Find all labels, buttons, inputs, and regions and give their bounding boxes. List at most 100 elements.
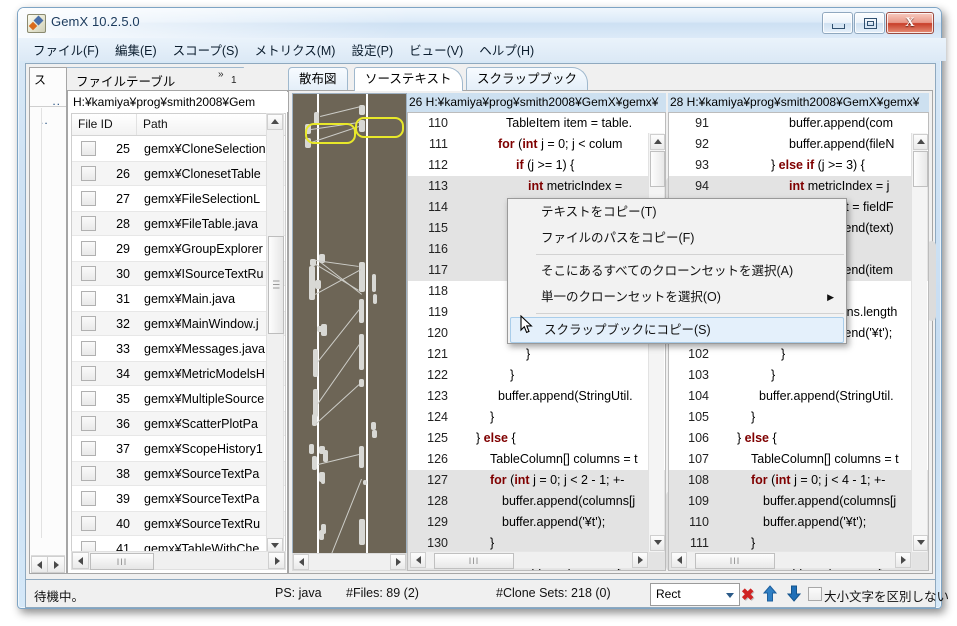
file-table-scroll-up-button[interactable] bbox=[267, 114, 283, 130]
file-table-hscroll-left-button[interactable] bbox=[72, 552, 89, 569]
code-line[interactable]: 112if (j >= 1) { bbox=[408, 155, 665, 176]
source-left-vertical-thumb[interactable] bbox=[650, 151, 665, 187]
row-checkbox[interactable] bbox=[81, 441, 96, 456]
table-row[interactable]: 32gemx¥MainWindow.j bbox=[72, 311, 285, 336]
table-row[interactable]: 25gemx¥CloneSelection bbox=[72, 136, 285, 161]
minimize-button[interactable] bbox=[822, 12, 853, 34]
source-pane-left-hscrollbar[interactable]: III bbox=[409, 551, 649, 569]
column-header-path[interactable]: Path bbox=[137, 114, 285, 135]
code-line[interactable]: 128buffer.append(columns[j bbox=[408, 491, 665, 512]
context-menu-item[interactable]: 単一のクローンセットを選択(O)▶ bbox=[508, 284, 846, 310]
table-row[interactable]: 31gemx¥Main.java bbox=[72, 286, 285, 311]
code-line[interactable]: 105} bbox=[669, 407, 928, 428]
source-left-hscroll-left-button[interactable] bbox=[410, 552, 426, 568]
source-right-hscroll-right-button[interactable] bbox=[895, 552, 911, 568]
code-line[interactable]: 124} bbox=[408, 407, 665, 428]
table-row[interactable]: 39gemx¥SourceTextPa bbox=[72, 486, 285, 511]
source-left-scroll-down-button[interactable] bbox=[650, 535, 665, 551]
code-line[interactable]: 106} else { bbox=[669, 428, 928, 449]
file-table-vertical-thumb[interactable]: III bbox=[268, 236, 284, 334]
code-line[interactable]: 110buffer.append('¥t'); bbox=[669, 512, 928, 533]
source-left-hscroll-right-button[interactable] bbox=[632, 552, 648, 568]
code-line[interactable]: 107TableColumn[] columns = t bbox=[669, 449, 928, 470]
clone-scatter-view[interactable] bbox=[292, 93, 407, 555]
source-right-vertical-thumb[interactable] bbox=[913, 151, 928, 187]
tab-scatter-plot[interactable]: 散布図 bbox=[288, 67, 348, 91]
row-checkbox[interactable] bbox=[81, 291, 96, 306]
menu-edit[interactable]: 編集(E) bbox=[107, 37, 165, 62]
context-menu-item[interactable]: ファイルのパスをコピー(F) bbox=[508, 225, 846, 251]
menu-metrics[interactable]: メトリクス(M) bbox=[247, 37, 344, 62]
menu-view[interactable]: ビュー(V) bbox=[401, 37, 471, 62]
next-match-icon[interactable] bbox=[787, 585, 801, 602]
code-line[interactable]: 127for (int j = 0; j < 2 - 1; +- bbox=[408, 470, 665, 491]
row-checkbox[interactable] bbox=[81, 391, 96, 406]
file-table-horizontal-scrollbar[interactable]: III bbox=[71, 551, 286, 570]
table-row[interactable]: 30gemx¥ISourceTextRu bbox=[72, 261, 285, 286]
menu-help[interactable]: ヘルプ(H) bbox=[471, 37, 542, 62]
source-right-horizontal-thumb[interactable]: III bbox=[695, 553, 775, 569]
source-pane-right-hscrollbar[interactable]: III bbox=[670, 551, 912, 569]
context-menu-item[interactable]: テキストをコピー(T) bbox=[508, 199, 846, 225]
table-row[interactable]: 36gemx¥ScatterPlotPa bbox=[72, 411, 285, 436]
menu-settings[interactable]: 設定(P) bbox=[343, 37, 401, 62]
ignore-case-checkbox[interactable] bbox=[808, 587, 822, 601]
table-row[interactable]: 40gemx¥SourceTextRu bbox=[72, 511, 285, 536]
tab-scrapbook[interactable]: スクラップブック bbox=[466, 67, 588, 91]
chevron-overflow-icon[interactable]: » 1 bbox=[218, 69, 224, 80]
row-checkbox[interactable] bbox=[81, 141, 96, 156]
row-checkbox[interactable] bbox=[81, 216, 96, 231]
file-table-horizontal-thumb[interactable]: III bbox=[90, 553, 154, 570]
menu-scope[interactable]: スコープ(S) bbox=[165, 37, 247, 62]
clear-selection-icon[interactable]: ✖ bbox=[741, 585, 754, 605]
strip-scroll-right-button[interactable] bbox=[47, 556, 65, 573]
row-checkbox[interactable] bbox=[81, 241, 96, 256]
row-checkbox[interactable] bbox=[81, 166, 96, 181]
row-checkbox[interactable] bbox=[81, 516, 96, 531]
scatter-scroll-left-button[interactable] bbox=[293, 554, 309, 570]
scatter-horizontal-scrollbar[interactable] bbox=[292, 553, 407, 571]
code-line[interactable]: 125} else { bbox=[408, 428, 665, 449]
file-table-hscroll-right-button[interactable] bbox=[268, 552, 285, 569]
code-line[interactable]: 94int metricIndex = j bbox=[669, 176, 928, 197]
row-checkbox[interactable] bbox=[81, 416, 96, 431]
source-right-hscroll-left-button[interactable] bbox=[671, 552, 687, 568]
tab-file-table[interactable]: ファイルテーブル » 1 bbox=[67, 67, 244, 68]
table-row[interactable]: 33gemx¥Messages.java bbox=[72, 336, 285, 361]
shape-select-dropdown[interactable]: Rect bbox=[650, 583, 740, 606]
tab-source-text[interactable]: ソーステキスト bbox=[354, 67, 463, 91]
scope-strip-tab[interactable]: ス bbox=[30, 68, 66, 92]
source-left-horizontal-thumb[interactable]: III bbox=[434, 553, 514, 569]
row-checkbox[interactable] bbox=[81, 341, 96, 356]
close-button[interactable]: X bbox=[886, 12, 934, 34]
table-row[interactable]: 37gemx¥ScopeHistory1 bbox=[72, 436, 285, 461]
row-checkbox[interactable] bbox=[81, 316, 96, 331]
previous-match-icon[interactable] bbox=[763, 585, 777, 602]
table-row[interactable]: 26gemx¥ClonesetTable bbox=[72, 161, 285, 186]
code-line[interactable]: 109buffer.append(columns[j bbox=[669, 491, 928, 512]
table-row[interactable]: 29gemx¥GroupExplorer bbox=[72, 236, 285, 261]
table-row[interactable]: 28gemx¥FileTable.java bbox=[72, 211, 285, 236]
source-left-scroll-up-button[interactable] bbox=[650, 134, 665, 150]
code-line[interactable]: 103} bbox=[669, 365, 928, 386]
row-checkbox[interactable] bbox=[81, 466, 96, 481]
code-line[interactable]: 111for (int j = 0; j < colum bbox=[408, 134, 665, 155]
code-line[interactable]: 126TableColumn[] columns = t bbox=[408, 449, 665, 470]
code-line[interactable]: 122} bbox=[408, 365, 665, 386]
source-right-scroll-down-button[interactable] bbox=[913, 535, 928, 551]
code-line[interactable]: 92buffer.append(fileN bbox=[669, 134, 928, 155]
row-checkbox[interactable] bbox=[81, 191, 96, 206]
code-line[interactable]: 129buffer.append('¥t'); bbox=[408, 512, 665, 533]
code-line[interactable]: 93} else if (j >= 3) { bbox=[669, 155, 928, 176]
context-menu-item[interactable]: スクラップブックにコピー(S) bbox=[510, 317, 844, 343]
code-line[interactable]: 108for (int j = 0; j < 4 - 1; +- bbox=[669, 470, 928, 491]
code-line[interactable]: 123buffer.append(StringUtil. bbox=[408, 386, 665, 407]
code-line[interactable]: 91buffer.append(com bbox=[669, 113, 928, 134]
column-header-file-id[interactable]: File ID bbox=[72, 114, 137, 135]
code-line[interactable]: 121} bbox=[408, 344, 665, 365]
scatter-scroll-right-button[interactable] bbox=[390, 554, 406, 570]
code-line[interactable]: 104buffer.append(StringUtil. bbox=[669, 386, 928, 407]
file-table-vertical-scrollbar[interactable]: III bbox=[266, 113, 284, 555]
file-table-grid[interactable]: File ID Path 25gemx¥CloneSelection26gemx… bbox=[71, 113, 286, 555]
row-checkbox[interactable] bbox=[81, 266, 96, 281]
